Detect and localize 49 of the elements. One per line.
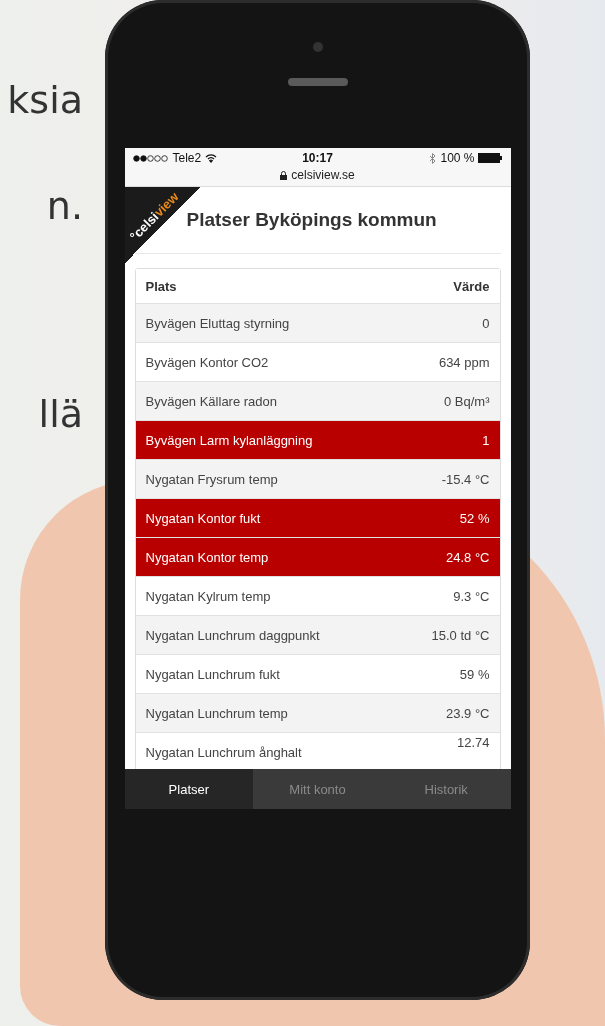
sensor-value: 59 %: [459, 666, 490, 682]
place-name: Nygatan Lunchrum temp: [145, 705, 288, 721]
place-name: Nygatan Frysrum temp: [145, 471, 278, 487]
table-row[interactable]: Byvägen Eluttag styrning 0: [135, 303, 500, 342]
sensor-value: 24.8 °C: [446, 549, 490, 565]
sensor-value: 23.9 °C: [446, 705, 490, 721]
sensor-value: 15.0 td °C: [431, 627, 490, 643]
carrier-label: Tele2: [172, 151, 202, 165]
place-name: Nygatan Kontor temp: [145, 549, 269, 565]
place-name: Nygatan Kylrum temp: [145, 588, 271, 604]
nav-tab[interactable]: Platser: [124, 769, 254, 809]
sensor-value: 1: [482, 432, 490, 448]
speaker-grille: [287, 78, 348, 86]
column-header: Plats: [145, 278, 177, 294]
bluetooth-icon: [429, 152, 437, 164]
place-name: Byvägen Eluttag styrning: [145, 315, 290, 331]
table-row[interactable]: Nygatan Lunchrum daggpunkt 15.0 td °C: [135, 615, 500, 654]
battery-icon: [478, 153, 503, 163]
sensor-value: 634 ppm: [438, 354, 490, 370]
sensor-value: 0 Bq/m³: [444, 393, 490, 409]
sensor-value: 9.3 °C: [453, 588, 490, 604]
sensor-value: 0: [482, 315, 490, 331]
signal-icon: [132, 154, 169, 162]
table-row[interactable]: Byvägen Källare radon 0 Bq/m³: [135, 381, 500, 420]
alarm-row[interactable]: Nygatan Kontor temp 24.8 °C: [135, 537, 500, 576]
sensor-value: 12.74: [456, 735, 490, 750]
camera-icon: [312, 42, 323, 52]
lock-icon: [280, 170, 288, 180]
place-name: Nygatan Kontor fukt: [145, 510, 261, 526]
clock-time: 10:17: [302, 151, 333, 165]
background-text: llä: [38, 392, 83, 436]
sensor-value: 52 %: [459, 510, 490, 526]
battery-percent: 100 %: [440, 151, 475, 165]
place-name: Nygatan Lunchrum fukt: [145, 666, 280, 682]
place-name: Nygatan Lunchrum daggpunkt: [145, 627, 320, 643]
alarm-row[interactable]: Nygatan Kontor fukt 52 %: [135, 498, 500, 537]
alarm-row[interactable]: Byvägen Larm kylanläggning 1: [135, 420, 500, 459]
place-name: Byvägen Larm kylanläggning: [145, 432, 313, 448]
sensor-value: -15.4 °C: [441, 471, 490, 487]
background-text: n.: [46, 184, 83, 228]
place-name: Byvägen Källare radon: [145, 393, 278, 409]
column-header: Värde: [453, 278, 490, 294]
place-name: Nygatan Lunchrum ånghalt: [145, 745, 302, 760]
url-text: celsiview.se: [291, 168, 355, 182]
place-name: Byvägen Kontor CO2: [145, 354, 269, 370]
table-row[interactable]: Nygatan Frysrum temp -15.4 °C: [135, 459, 500, 498]
background-text: ksia: [7, 78, 83, 122]
wifi-icon: [205, 153, 218, 163]
table-row[interactable]: Nygatan Lunchrum temp 23.9 °C: [135, 693, 500, 732]
